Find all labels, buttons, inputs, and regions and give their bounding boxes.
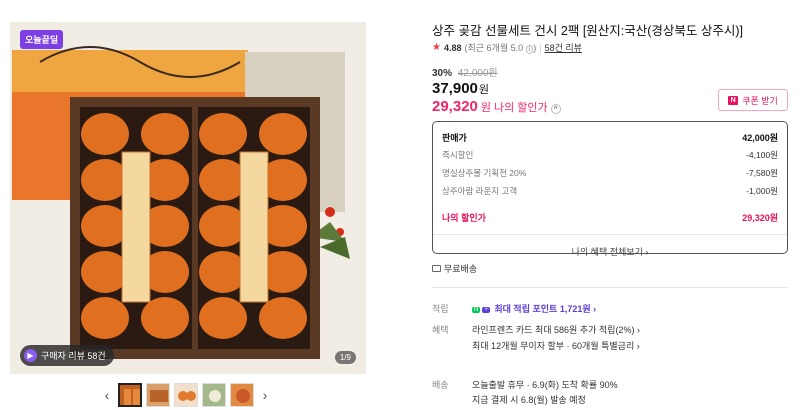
rating-row: ★ 4.88 (최근 6개월 5.0 i) | 58건 리뷰 [432, 41, 582, 54]
view-all-benefits-label: 나의 혜택 전체보기 [571, 247, 643, 257]
breakdown-row: 상주아람 라운지 고객 -1,000원 [442, 182, 778, 200]
view-all-benefits-link[interactable]: 나의 혜택 전체보기 › [442, 245, 778, 258]
persimmon [81, 297, 129, 339]
chevron-right-icon: › [636, 341, 640, 351]
breakdown-row: 명실상주몰 기획전 20% -7,580원 [442, 164, 778, 182]
benefit-line-1[interactable]: 라인프렌즈 카드 최대 586원 추가 적립(2%) › [472, 323, 640, 336]
persimmon [259, 113, 307, 155]
chevron-up-icon[interactable]: ^ [550, 104, 561, 114]
breakdown-my-price-row: 나의 할인가 29,320원 [442, 208, 778, 226]
image-counter: 1/9 [334, 351, 356, 364]
breakdown-row: 즉시할인 -4,100원 [442, 146, 778, 164]
chevron-right-icon: › [636, 325, 640, 335]
buyer-review-chip[interactable]: ▶ 구매자 리뷰 58건 [20, 345, 114, 366]
persimmon [141, 297, 189, 339]
my-price-label: 나의 할인가 [494, 102, 548, 114]
truck-icon [432, 265, 441, 272]
breakdown-label: 상주아람 라운지 고객 [442, 186, 518, 196]
breakdown-value: 42,000원 [742, 132, 778, 143]
persimmon [141, 113, 189, 155]
benefit-line-2-text: 최대 12개월 무이자 할부 · 60개월 특별금리 [472, 341, 635, 351]
thumbnail-5[interactable] [230, 383, 254, 407]
persimmon [81, 113, 129, 155]
original-price: 42,000원 [457, 68, 498, 79]
free-shipping: 무료배송 [432, 262, 477, 275]
delivery-line-1: 오늘출발 휴무 · 6.9(화) 도착 확률 90% [472, 380, 618, 390]
product-title: 상주 곶감 선물세트 건시 2팩 [원산지:국산(경상북도 상주시)] [432, 24, 744, 38]
discount-percent: 30% [432, 68, 453, 79]
today-deal-badge: 오늘끝딜 [20, 30, 64, 49]
sale-price-value: 37,900 [432, 80, 478, 97]
my-price-value: 29,320 [432, 98, 478, 115]
breakdown-label: 즉시할인 [442, 150, 474, 160]
persimmon [259, 297, 307, 339]
benefit-line-2[interactable]: 최대 12개월 무이자 할부 · 60개월 특별금리 › [472, 339, 640, 352]
coupon-icon: N [728, 95, 739, 105]
thumbnail-1[interactable] [118, 383, 142, 407]
coupon-button-label: 쿠폰 받기 [742, 95, 778, 106]
review-count-link[interactable]: 58건 리뷰 [545, 41, 582, 54]
breakdown-my-value: 29,320원 [742, 212, 778, 223]
my-discount-price[interactable]: 29,320 원 나의 할인가 ^ [432, 98, 561, 115]
breakdown-my-label: 나의 할인가 [442, 212, 486, 223]
rating-separator: | [539, 42, 542, 53]
points-row[interactable]: N + 최대 적립 포인트 1,721원 › [472, 302, 596, 315]
breakdown-divider [433, 234, 787, 235]
discount-row: 30% 42,000원 [432, 64, 498, 79]
thumb-next-icon[interactable]: › [258, 387, 272, 403]
section-divider [432, 287, 788, 288]
points-label: 적립 [432, 304, 449, 314]
star-icon: ★ [432, 42, 441, 53]
plus-membership-icon: + [482, 306, 490, 313]
chevron-right-icon: › [593, 304, 597, 314]
breakdown-value: -4,100원 [746, 150, 778, 160]
rating-score: 4.88 [443, 42, 462, 53]
persimmon [199, 297, 247, 339]
breakdown-row: 판매가 42,000원 [442, 128, 778, 146]
breakdown-label: 판매가 [442, 132, 467, 143]
breakdown-value: -7,580원 [746, 168, 778, 178]
benefit-line-1-text: 라인프렌즈 카드 최대 586원 추가 적립(2%) [472, 325, 635, 335]
my-price-unit: 원 [480, 102, 492, 114]
rating-recent: (최근 6개월 5.0 i) [464, 43, 537, 54]
chevron-right-icon: › [645, 247, 649, 257]
thumbnail-3[interactable] [174, 383, 198, 407]
review-chip-label: 구매자 리뷰 58건 [41, 351, 106, 361]
review-chip-icon: ▶ [24, 349, 37, 362]
benefit-label: 혜택 [432, 325, 449, 335]
thumbnail-2[interactable] [146, 383, 170, 407]
breakdown-label: 명실상주몰 기획전 20% [442, 168, 527, 178]
thumb-prev-icon[interactable]: ‹ [100, 387, 114, 403]
delivery-label: 배송 [432, 380, 449, 390]
persimmon [199, 113, 247, 155]
free-shipping-label: 무료배송 [444, 264, 478, 274]
points-value: 최대 적립 포인트 1,721원 [494, 304, 591, 314]
breakdown-value: -1,000원 [746, 186, 778, 196]
thumbnail-strip: ‹ › [100, 382, 280, 408]
delivery-line-2: 지금 결제 시 6.8(월) 발송 예정 [472, 395, 586, 405]
coupon-button[interactable]: N 쿠폰 받기 [718, 89, 788, 111]
product-main-image[interactable]: 오늘끝딜 ▶ 구매자 리뷰 58건 1/9 [10, 22, 366, 374]
persimmon-gift-box-image [10, 22, 366, 374]
thumbnail-4[interactable] [202, 383, 226, 407]
naverpay-icon: N [472, 306, 481, 313]
sale-price-unit: 원 [478, 84, 490, 96]
sale-price: 37,900원 [432, 80, 489, 97]
price-breakdown-box: 판매가 42,000원 즉시할인 -4,100원 명실상주몰 기획전 20% -… [432, 121, 788, 257]
